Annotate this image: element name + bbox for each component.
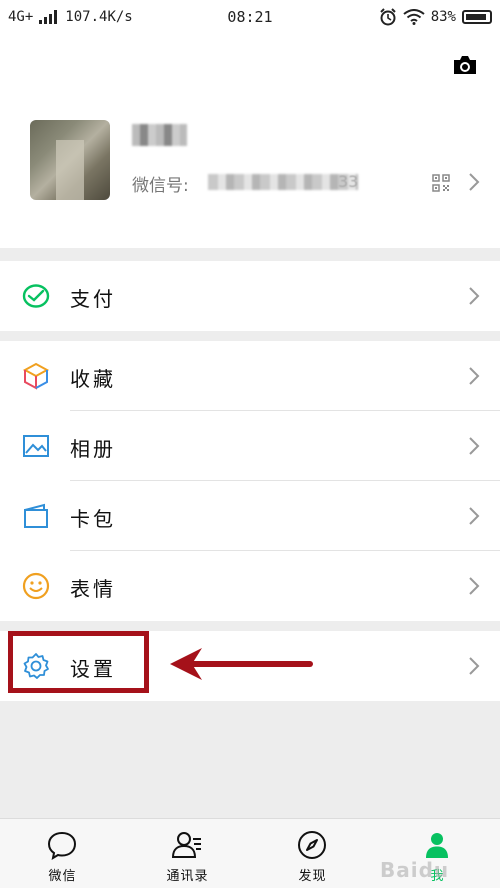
menu-label-stickers: 表情 — [70, 577, 116, 601]
menu-item-album[interactable]: 相册 — [0, 411, 500, 481]
chevron-right-icon — [469, 367, 480, 385]
menu-label-album: 相册 — [70, 437, 116, 461]
tab-label: 发现 — [298, 869, 327, 884]
menu-item-cards[interactable]: 卡包 — [0, 481, 500, 551]
card-wallet-icon — [24, 503, 48, 528]
alarm-icon — [379, 8, 396, 26]
tab-label: 微信 — [48, 869, 77, 884]
menu-label-pay: 支付 — [70, 287, 116, 311]
menu-label-cards: 卡包 — [70, 507, 116, 531]
contacts-icon — [171, 832, 201, 858]
menu-item-pay[interactable]: 支付 — [0, 261, 500, 331]
wifi-icon — [403, 9, 425, 25]
nickname-blurred — [132, 124, 187, 146]
smiley-icon — [22, 572, 50, 600]
camera-icon[interactable] — [452, 54, 478, 76]
menu-label-favorites: 收藏 — [70, 367, 116, 391]
chevron-right-icon — [469, 173, 480, 191]
wechat-id-label: 微信号: — [132, 176, 189, 196]
wechat-id-blurred — [208, 174, 358, 190]
profile-header[interactable]: 微信号: 33 — [0, 34, 500, 248]
tab-chats[interactable]: 微信 — [0, 819, 125, 888]
compass-icon — [298, 831, 326, 859]
chat-bubble-icon — [47, 831, 77, 861]
annotation-arrow-icon — [170, 648, 313, 680]
tab-contacts[interactable]: 通讯录 — [125, 819, 250, 888]
chevron-right-icon — [469, 577, 480, 595]
qr-code-icon[interactable] — [432, 174, 450, 192]
avatar[interactable] — [30, 120, 110, 200]
tab-label: 通讯录 — [166, 869, 209, 884]
battery-percent: 83% — [430, 9, 456, 25]
menu-item-stickers[interactable]: 表情 — [0, 551, 500, 621]
chevron-right-icon — [469, 657, 480, 675]
album-icon — [23, 435, 49, 457]
status-right: 83% — [379, 8, 492, 26]
chevron-right-icon — [469, 287, 480, 305]
watermark: Baidu — [380, 858, 450, 882]
status-bar: 4G+ 107.4K/s 08:21 83% — [0, 0, 500, 34]
chevron-right-icon — [469, 507, 480, 525]
battery-icon — [462, 10, 492, 24]
wechat-id-suffix: 33 — [338, 172, 359, 191]
chevron-right-icon — [469, 437, 480, 455]
menu-item-favorites[interactable]: 收藏 — [0, 341, 500, 411]
tab-discover[interactable]: 发现 — [250, 819, 375, 888]
person-icon — [426, 833, 448, 858]
pay-icon — [22, 284, 50, 308]
annotation-highlight-box — [8, 631, 149, 693]
favorites-cube-icon — [22, 362, 50, 390]
